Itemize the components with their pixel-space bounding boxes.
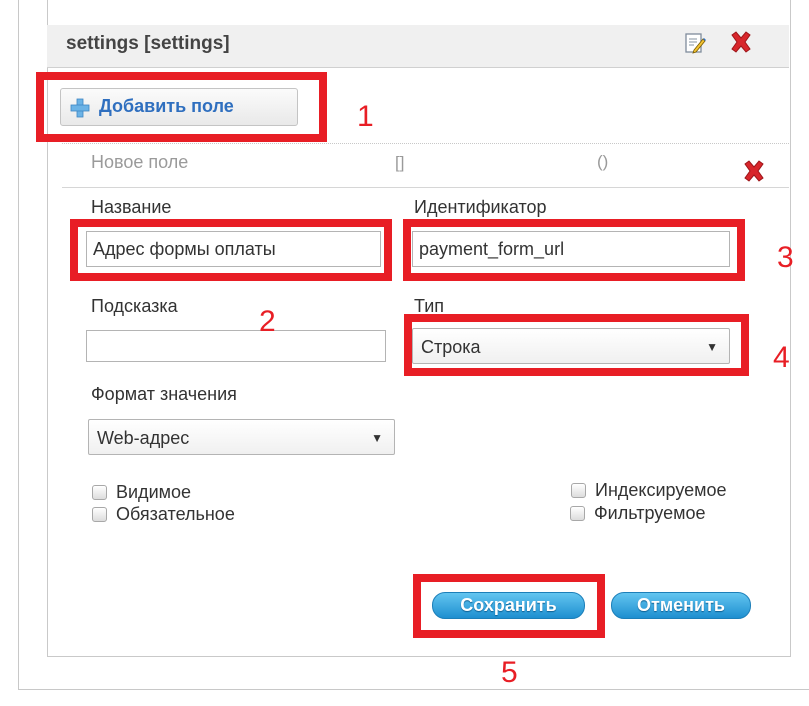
new-field-name[interactable]: Новое поле — [91, 152, 188, 173]
checkbox-box — [92, 507, 107, 522]
divider — [62, 143, 789, 144]
format-label: Формат значения — [91, 384, 237, 404]
hint-input[interactable] — [86, 330, 386, 362]
format-select[interactable]: Web-адрес ▼ — [88, 419, 395, 455]
format-select-value: Web-адрес — [97, 428, 190, 448]
type-select[interactable]: Строка ▼ — [412, 328, 730, 364]
cancel-button[interactable]: Отменить — [611, 592, 751, 619]
new-field-brackets: [] — [395, 153, 405, 172]
edit-icon[interactable] — [683, 31, 707, 55]
type-select-value: Строка — [421, 337, 481, 357]
indexed-label: Индексируемое — [595, 480, 727, 500]
checkbox-box — [92, 485, 107, 500]
name-label: Название — [91, 197, 172, 217]
plus-icon — [70, 98, 90, 118]
annotation-4: 4 — [773, 341, 790, 374]
identifier-input[interactable] — [412, 231, 730, 267]
remove-field-icon[interactable] — [741, 158, 767, 184]
outer-frame-left — [18, 0, 19, 690]
checkbox-box — [571, 483, 586, 498]
chevron-down-icon: ▼ — [371, 431, 383, 445]
annotation-1: 1 — [357, 100, 374, 133]
close-icon[interactable] — [728, 29, 754, 55]
hint-label: Подсказка — [91, 296, 178, 316]
filterable-label: Фильтруемое — [594, 503, 706, 523]
save-button[interactable]: Сохранить — [432, 592, 585, 619]
annotation-5: 5 — [501, 656, 518, 689]
new-field-parens: () — [597, 152, 609, 171]
checkbox-box — [570, 506, 585, 521]
annotation-2: 2 — [259, 305, 276, 338]
field-row-divider — [62, 187, 789, 188]
visible-label: Видимое — [116, 482, 192, 502]
required-label: Обязательное — [116, 504, 235, 524]
add-field-button[interactable]: Добавить поле — [60, 88, 298, 126]
outer-frame-bottom — [18, 689, 809, 690]
identifier-label: Идентификатор — [414, 197, 547, 217]
annotation-3: 3 — [777, 241, 794, 274]
add-field-label: Добавить поле — [99, 96, 234, 116]
chevron-down-icon: ▼ — [706, 340, 718, 354]
type-label: Тип — [414, 296, 445, 316]
panel-title: settings [settings] — [66, 33, 230, 54]
name-input[interactable] — [86, 231, 381, 267]
